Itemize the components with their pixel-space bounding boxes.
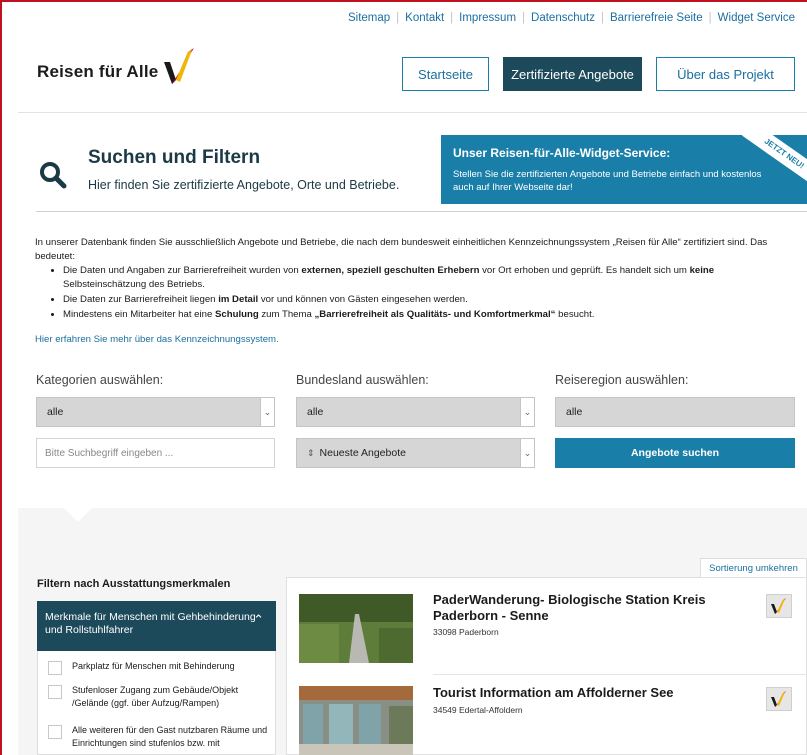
certification-badge bbox=[766, 594, 792, 618]
check-logo-icon bbox=[771, 598, 786, 614]
region-select-value: alle bbox=[566, 406, 583, 418]
chevron-up-icon: ⌃ bbox=[253, 612, 264, 627]
category-select[interactable]: alle ⌄ bbox=[36, 397, 275, 427]
chevron-down-icon: ⌄ bbox=[520, 398, 534, 426]
result-title[interactable]: PaderWanderung- Biologische Station Krei… bbox=[433, 592, 743, 624]
impressum-link[interactable]: Impressum bbox=[459, 12, 516, 24]
site-logo[interactable]: Reisen für Alle bbox=[37, 46, 198, 86]
feature-filter-title: Filtern nach Ausstattungsmerkmalen bbox=[37, 578, 231, 590]
search-icon bbox=[40, 162, 67, 189]
info-bullet-3: Mindestens ein Mitarbeiter hat eine Schu… bbox=[63, 308, 795, 322]
section-divider bbox=[36, 211, 807, 212]
checkbox[interactable] bbox=[48, 725, 62, 739]
feature-option-label: Parkplatz für Menschen mit Behinderung bbox=[72, 661, 235, 671]
check-logo-icon bbox=[771, 691, 786, 707]
kennzeichnung-link[interactable]: Hier erfahren Sie mehr über das Kennzeic… bbox=[35, 334, 279, 345]
page-title: Suchen und Filtern bbox=[88, 147, 261, 168]
chevron-down-icon: ⌄ bbox=[260, 398, 274, 426]
widget-text: Stellen Sie die zertifizierten Angebote … bbox=[453, 169, 762, 193]
nav-ueber-das-projekt[interactable]: Über das Projekt bbox=[656, 57, 795, 91]
sort-select[interactable]: ⇕ Neueste Angebote ⌄ bbox=[296, 438, 535, 468]
header-divider bbox=[18, 112, 807, 113]
widget-service-banner[interactable]: Unser Reisen-für-Alle-Widget-Service: St… bbox=[441, 135, 807, 204]
search-input[interactable]: Bitte Suchbegriff eingeben ... bbox=[36, 438, 275, 468]
nav-zertifizierte-angebote[interactable]: Zertifizierte Angebote bbox=[503, 57, 642, 91]
widget-title: Unser Reisen-für-Alle-Widget-Service: bbox=[453, 146, 671, 160]
chevron-down-icon: ⌄ bbox=[520, 439, 534, 467]
result-location: 34549 Edertal-Affoldern bbox=[433, 705, 523, 715]
checkbox[interactable] bbox=[48, 685, 62, 699]
kontakt-link[interactable]: Kontakt bbox=[405, 12, 444, 24]
result-thumbnail[interactable] bbox=[299, 686, 413, 755]
sort-updown-icon: ⇕ bbox=[307, 447, 315, 458]
sort-select-value: Neueste Angebote bbox=[319, 447, 406, 459]
results-list: PaderWanderung- Biologische Station Krei… bbox=[286, 577, 807, 755]
certification-badge bbox=[766, 687, 792, 711]
info-bullet-2: Die Daten zur Barrierefreiheit liegen im… bbox=[63, 293, 795, 307]
nav-startseite[interactable]: Startseite bbox=[402, 57, 489, 91]
result-location: 33098 Paderborn bbox=[433, 627, 499, 637]
checkbox[interactable] bbox=[48, 661, 62, 675]
feature-panel-title: Merkmale für Menschen mit Gehbehinderung… bbox=[45, 611, 256, 636]
logo-text: Reisen für Alle bbox=[37, 62, 159, 81]
feature-option[interactable]: Parkplatz für Menschen mit Behinderung bbox=[48, 660, 235, 675]
info-bullet-1: Die Daten und Angaben zur Barrierefreihe… bbox=[63, 264, 795, 292]
section-notch bbox=[64, 508, 92, 522]
page-subtitle: Hier finden Sie zertifizierte Angebote, … bbox=[88, 178, 400, 192]
result-divider bbox=[433, 674, 806, 675]
top-links: Sitemap | Kontakt | Impressum | Datenschutz | Ba… bbox=[347, 12, 795, 24]
region-select[interactable]: alle bbox=[555, 397, 795, 427]
state-select-value: alle bbox=[307, 406, 324, 418]
feature-panel-body: Parkplatz für Menschen mit Behinderung S… bbox=[37, 651, 276, 755]
feature-panel-header[interactable]: Merkmale für Menschen mit Gehbehinderung… bbox=[37, 601, 276, 651]
barrierefreie-link[interactable]: Barrierefreie Seite bbox=[610, 12, 703, 24]
search-offers-button[interactable]: Angebote suchen bbox=[555, 438, 795, 468]
category-label: Kategorien auswählen: bbox=[36, 373, 164, 387]
sort-reverse-button[interactable]: Sortierung umkehren bbox=[700, 558, 807, 577]
feature-option[interactable]: Stufenloser Zugang zum Gebäude/Objekt /G… bbox=[48, 684, 268, 710]
info-intro: In unserer Datenbank finden Sie ausschli… bbox=[35, 237, 768, 262]
feature-option-label: Alle weiteren für den Gast nutzbaren Räu… bbox=[72, 725, 268, 748]
state-label: Bundesland auswählen: bbox=[296, 373, 429, 387]
widget-service-link[interactable]: Widget Service bbox=[718, 12, 795, 24]
sitemap-link[interactable]: Sitemap bbox=[348, 12, 390, 24]
feature-option-label: Stufenloser Zugang zum Gebäude/Objekt /G… bbox=[72, 685, 239, 708]
feature-option[interactable]: Alle weiteren für den Gast nutzbaren Räu… bbox=[48, 724, 268, 750]
result-title[interactable]: Tourist Information am Affolderner See bbox=[433, 685, 743, 701]
state-select[interactable]: alle ⌄ bbox=[296, 397, 535, 427]
info-text: In unserer Datenbank finden Sie ausschli… bbox=[35, 236, 795, 323]
logo-check-icon bbox=[164, 48, 195, 84]
region-label: Reiseregion auswählen: bbox=[555, 373, 689, 387]
datenschutz-link[interactable]: Datenschutz bbox=[531, 12, 595, 24]
category-select-value: alle bbox=[47, 406, 64, 418]
result-thumbnail[interactable] bbox=[299, 594, 413, 663]
